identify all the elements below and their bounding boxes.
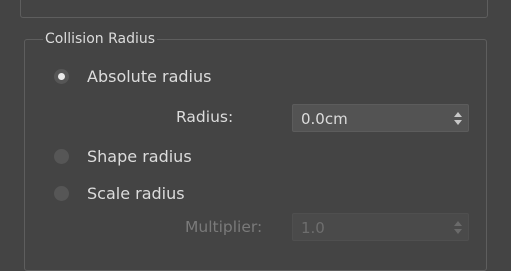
scale-radius-option[interactable]: Scale radius xyxy=(54,181,185,205)
absolute-radius-radio-icon[interactable] xyxy=(54,68,69,84)
radius-label: Radius: xyxy=(176,108,234,126)
up-down-arrows-icon xyxy=(454,221,462,234)
multiplier-value: 1.0 xyxy=(301,219,325,237)
absolute-radius-label[interactable]: Absolute radius xyxy=(87,67,211,86)
radius-value[interactable]: 0.0cm xyxy=(301,109,348,129)
shape-radius-radio-icon[interactable] xyxy=(54,148,69,164)
scale-radius-radio-icon[interactable] xyxy=(54,185,69,201)
multiplier-label: Multiplier: xyxy=(185,218,263,236)
up-down-arrows-icon[interactable] xyxy=(454,112,462,125)
group-title: Collision Radius xyxy=(43,29,158,49)
absolute-radius-option[interactable]: Absolute radius xyxy=(54,64,211,88)
scale-radius-label[interactable]: Scale radius xyxy=(87,184,185,203)
radius-spinner[interactable]: 0.0cm xyxy=(292,104,469,132)
multiplier-spinner: 1.0 xyxy=(292,213,469,241)
previous-rollout-frame xyxy=(20,0,488,18)
shape-radius-label[interactable]: Shape radius xyxy=(87,147,192,166)
shape-radius-option[interactable]: Shape radius xyxy=(54,144,192,168)
